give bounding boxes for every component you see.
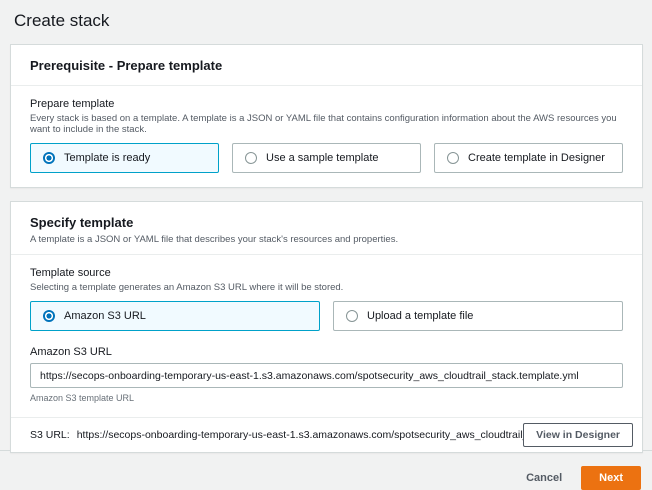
option-label: Upload a template file [367,310,473,322]
prepare-template-label: Prepare template [30,98,623,110]
template-source-options: Amazon S3 URL Upload a template file [30,301,623,331]
specify-template-card: Specify template A template is a JSON or… [10,201,643,453]
radio-unselected-icon [346,310,358,322]
specify-template-card-body: Template source Selecting a template gen… [11,255,642,417]
create-stack-page: Create stack Prerequisite - Prepare temp… [0,0,652,490]
prerequisite-card-title: Prerequisite - Prepare template [30,58,623,73]
s3-url-footer-value: https://secops-onboarding-temporary-us-e… [77,429,523,441]
radio-unselected-icon [447,152,459,164]
specify-template-description: A template is a JSON or YAML file that d… [30,234,623,245]
radio-selected-icon [43,310,55,322]
option-label: Create template in Designer [468,152,605,164]
option-create-template-in-designer[interactable]: Create template in Designer [434,143,623,173]
amazon-s3-url-label: Amazon S3 URL [30,346,623,358]
option-amazon-s3-url[interactable]: Amazon S3 URL [30,301,320,331]
prerequisite-card-body: Prepare template Every stack is based on… [11,86,642,187]
template-source-label: Template source [30,267,623,279]
option-template-is-ready[interactable]: Template is ready [30,143,219,173]
specify-template-title: Specify template [30,215,623,230]
option-upload-template-file[interactable]: Upload a template file [333,301,623,331]
option-use-sample-template[interactable]: Use a sample template [232,143,421,173]
page-title: Create stack [14,11,643,31]
specify-template-card-header: Specify template A template is a JSON or… [11,202,642,255]
view-in-designer-button[interactable]: View in Designer [523,423,633,447]
radio-selected-icon [43,152,55,164]
cancel-button[interactable]: Cancel [524,467,564,489]
prerequisite-card-header: Prerequisite - Prepare template [11,45,642,86]
radio-unselected-icon [245,152,257,164]
s3-url-footer-label: S3 URL: [30,429,70,441]
prerequisite-card: Prerequisite - Prepare template Prepare … [10,44,643,188]
amazon-s3-url-input[interactable] [30,363,623,388]
next-button[interactable]: Next [581,466,641,490]
option-label: Use a sample template [266,152,379,164]
s3-url-footer: S3 URL: https://secops-onboarding-tempor… [11,417,642,452]
template-source-description: Selecting a template generates an Amazon… [30,282,623,293]
option-label: Amazon S3 URL [64,310,146,322]
prepare-template-description: Every stack is based on a template. A te… [30,113,623,135]
option-label: Template is ready [64,152,150,164]
amazon-s3-url-helper: Amazon S3 template URL [30,393,623,403]
form-actions: Cancel Next [10,466,643,490]
prepare-template-options: Template is ready Use a sample template … [30,143,623,173]
